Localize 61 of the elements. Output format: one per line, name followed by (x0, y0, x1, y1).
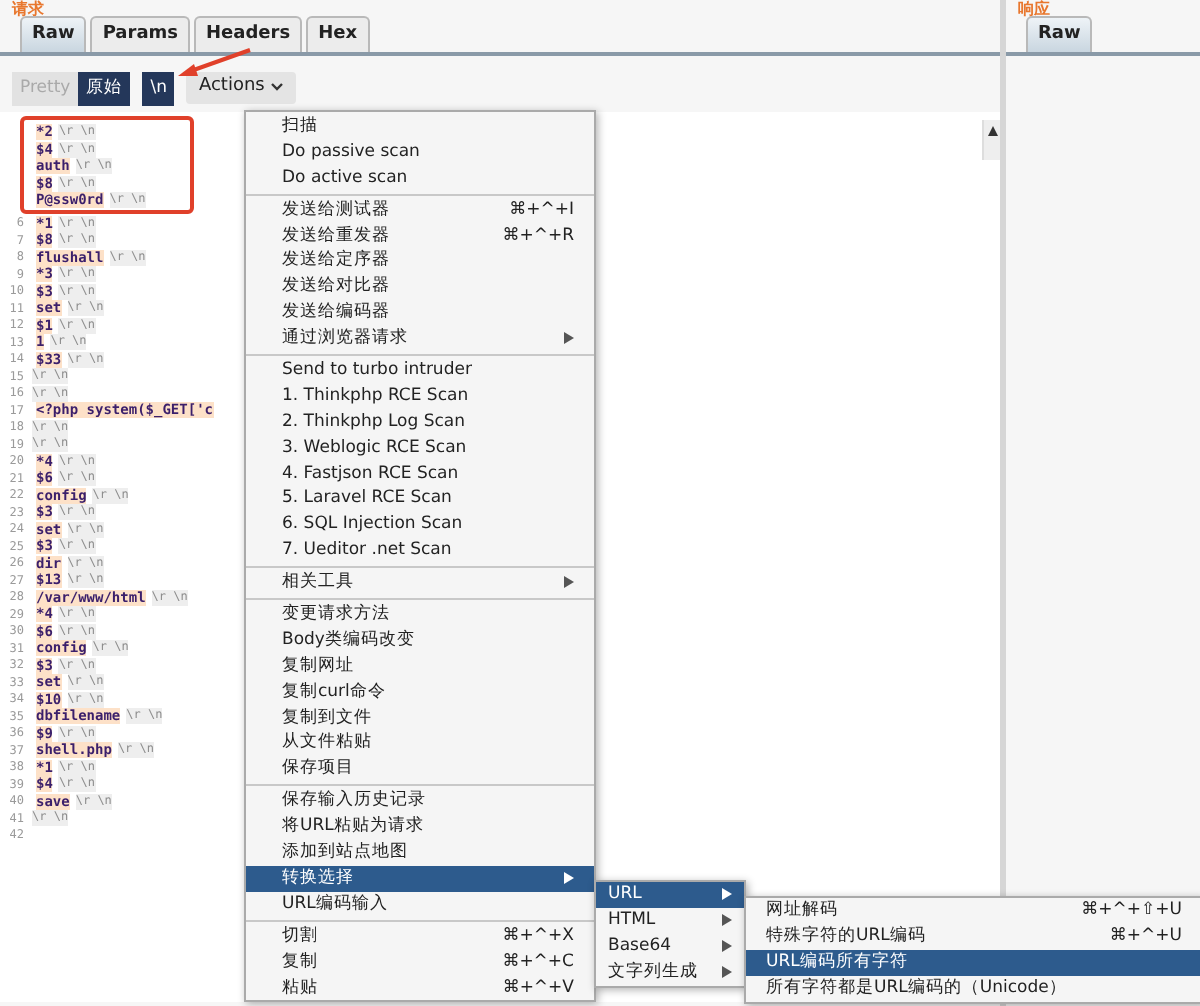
tab[interactable]: Headers (194, 15, 303, 52)
menu-item[interactable]: 网址解码 ⌘+^+⇧+U (746, 898, 1200, 924)
menu-item[interactable]: Do passive scan (246, 139, 594, 166)
tab[interactable]: Raw (20, 15, 87, 52)
menu-item[interactable]: 4. Fastjson RCE Scan (246, 461, 594, 487)
caret-icon (269, 82, 284, 93)
shortcut-label: ⌘+^+V (500, 975, 574, 1001)
menu-item[interactable]: URL (596, 882, 744, 908)
newline-toggle[interactable]: \n (142, 72, 175, 106)
menu-item[interactable]: 发送给测试器 ⌘+^+I (246, 197, 594, 224)
menu-item[interactable]: 变更请求方法 (246, 602, 594, 628)
menu-item[interactable]: 将URL粘贴为请求 (246, 814, 594, 841)
scrollbar[interactable] (982, 120, 1000, 160)
view-toggle[interactable]: 原始 (78, 72, 131, 106)
menu-item[interactable]: 保存项目 (246, 756, 594, 783)
menu-item[interactable]: 发送给定序器 (246, 248, 594, 275)
menu-item[interactable]: 通过浏览器请求 (246, 326, 594, 353)
menu-item[interactable]: Send to turbo intruder (246, 358, 594, 384)
menu-item[interactable]: 复制网址 (246, 653, 594, 680)
menu-item[interactable]: Body类编码改变 (246, 627, 594, 654)
menu-item[interactable]: 复制 ⌘+^+C (246, 949, 594, 975)
menu-item[interactable]: 扫描 (246, 114, 594, 140)
shortcut-label: ⌘+^+I (507, 197, 574, 224)
tab[interactable]: Raw (1026, 15, 1093, 52)
menu-item[interactable]: 添加到站点地图 (246, 840, 594, 866)
menu-item[interactable]: 切割 ⌘+^+X (246, 923, 594, 950)
menu-item[interactable]: 特殊字符的URL编码 ⌘+^+U (746, 923, 1200, 950)
menu-item[interactable]: 3. Weblogic RCE Scan (246, 435, 594, 462)
menu-item[interactable]: 所有字符都是URL编码的（Unicode） (746, 975, 1200, 1002)
menu-item[interactable]: 6. SQL Injection Scan (246, 512, 594, 539)
panel-title: 请求 (12, 0, 44, 18)
menu-item[interactable]: HTML (596, 907, 744, 934)
menu-item[interactable]: 5. Laravel RCE Scan (246, 486, 594, 513)
shortcut-label: ⌘+^+U (1107, 923, 1182, 950)
menu-item[interactable]: 相关工具 (246, 570, 594, 597)
menu-item[interactable]: Do active scan (246, 165, 594, 192)
actions-button[interactable]: Actions (186, 72, 296, 103)
menu-item[interactable]: URL编码所有字符 (746, 949, 1200, 976)
menu-item[interactable]: 保存输入历史记录 (246, 788, 594, 815)
shortcut-label: ⌘+^+⇧+U (1079, 898, 1182, 924)
menu-item[interactable]: 发送给对比器 (246, 274, 594, 301)
scroll-up-icon[interactable] (987, 126, 997, 136)
shortcut-label: ⌘+^+R (500, 223, 574, 249)
menu-item[interactable]: 粘贴 ⌘+^+V (246, 975, 594, 1001)
menu-item[interactable]: 7. Ueditor .net Scan (246, 538, 594, 565)
menu-item[interactable]: Base64 (596, 933, 744, 960)
menu-item[interactable]: 转换选择 (246, 865, 594, 892)
menu-item[interactable]: 复制curl命令 (246, 679, 594, 706)
tab[interactable]: Hex (306, 15, 370, 52)
panel-title: 响应 (1018, 0, 1050, 18)
menu-item[interactable]: 2. Thinkphp Log Scan (246, 409, 594, 436)
menu-item[interactable]: 1. Thinkphp RCE Scan (246, 383, 594, 410)
shortcut-label: ⌘+^+C (500, 949, 574, 975)
menu-item[interactable]: 发送给编码器 (246, 300, 594, 327)
menu-item[interactable]: 复制到文件 (246, 705, 594, 731)
menu-item[interactable]: 文字列生成 (596, 959, 744, 986)
shortcut-label: ⌘+^+X (500, 923, 574, 950)
menu-item[interactable]: 发送给重发器 ⌘+^+R (246, 223, 594, 249)
tab[interactable]: Params (90, 15, 191, 52)
menu-item[interactable]: 从文件粘贴 (246, 730, 594, 757)
menu-item[interactable]: URL编码输入 (246, 891, 594, 918)
